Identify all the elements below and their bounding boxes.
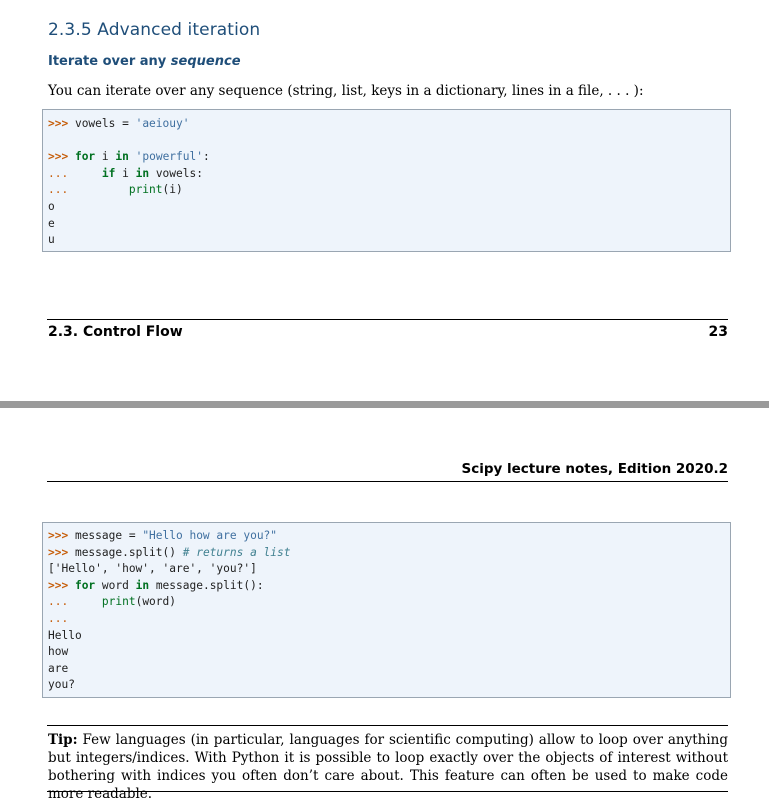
code-token: ... [48, 595, 102, 609]
code-token: ... [48, 166, 102, 180]
code-line: >>> vowels = 'aeiouy' [48, 116, 725, 133]
code-token: if [101, 166, 116, 180]
header-rule [47, 481, 728, 482]
code-token: in [115, 150, 129, 164]
code-token: in [135, 166, 150, 180]
code-token: how [48, 645, 69, 659]
code-line: ... if i in vowels: [48, 166, 725, 183]
subsection-title-plain: Iterate over any [48, 54, 171, 69]
code-line: ... print(word) [48, 594, 725, 611]
code-token: i [115, 166, 136, 180]
code-token: u [48, 233, 55, 247]
section-number: 2.3.5 [48, 20, 92, 40]
code-token: >>> [48, 578, 75, 592]
code-line: >>> for word in message.split(): [48, 578, 725, 595]
code-token: 'powerful' [135, 150, 203, 164]
code-token: for [74, 150, 96, 164]
code-token: for [74, 578, 96, 592]
code-token: >>> [48, 117, 75, 130]
code-line: u [48, 232, 725, 249]
code-token: ['Hello', 'how', 'are', 'you?'] [48, 562, 257, 576]
code-token: are [48, 661, 69, 675]
code-line: how [48, 644, 725, 661]
code-token: i [95, 150, 116, 164]
code-token: message.split(): [149, 578, 264, 592]
code-token: o [48, 199, 55, 213]
section-heading: 2.3.5 Advanced iteration [48, 20, 260, 40]
code-token: Hello [48, 628, 82, 642]
subsection-heading: Iterate over any sequence [48, 54, 241, 69]
tip-top-rule [47, 725, 728, 726]
code-line: you? [48, 677, 725, 694]
code-token: vowels: [149, 166, 203, 180]
code-token: "Hello how are you?" [142, 529, 278, 542]
code-line: are [48, 661, 725, 678]
code-line: ['Hello', 'how', 'are', 'you?'] [48, 561, 725, 578]
code-listing: >>> vowels = 'aeiouy' >>> for i in 'powe… [43, 110, 730, 249]
code-token: >>> [48, 529, 75, 542]
code-line: e [48, 216, 725, 233]
tip-label: Tip: [48, 732, 78, 748]
subsection-title-emphasis: sequence [170, 54, 241, 69]
footer-page-number: 23 [708, 324, 728, 340]
footer-section-title: 2.3. Control Flow [48, 324, 183, 340]
code-line: ... [48, 611, 725, 628]
code-token: (i) [162, 183, 183, 197]
code-token: print [128, 183, 163, 197]
code-token: e [48, 216, 55, 230]
code-token: vowels = [74, 117, 136, 130]
code-token: you? [48, 678, 75, 692]
tip-bottom-rule [47, 791, 728, 792]
code-token: >>> [48, 150, 75, 164]
code-line: Hello [48, 628, 725, 645]
tip-note: Tip: Few languages (in particular, langu… [48, 731, 728, 803]
intro-paragraph: You can iterate over any sequence (strin… [48, 83, 644, 99]
code-block-split: >>> message = "Hello how are you?" >>> me… [42, 522, 731, 698]
code-token: (word) [135, 595, 176, 609]
page-separator [0, 401, 769, 408]
code-token: ... [48, 183, 129, 197]
code-line: o [48, 199, 725, 216]
code-token: 'aeiouy' [135, 117, 190, 130]
code-token: message = [74, 529, 143, 542]
section-title: Advanced iteration [97, 20, 261, 40]
code-token: message.split() [74, 545, 183, 559]
code-token: >>> [48, 545, 75, 559]
code-listing: >>> message = "Hello how are you?" >>> me… [43, 523, 730, 694]
footer-rule [47, 319, 728, 320]
code-token: in [135, 578, 150, 592]
code-line: >>> message.split() # returns a list [48, 545, 725, 562]
code-token: word [95, 578, 136, 592]
code-line: >>> message = "Hello how are you?" [48, 528, 725, 545]
running-header: Scipy lecture notes, Edition 2020.2 [461, 461, 728, 477]
code-block-vowels: >>> vowels = 'aeiouy' >>> for i in 'powe… [42, 109, 731, 252]
code-token: # returns a list [182, 545, 291, 559]
code-token: ... [48, 611, 69, 625]
code-token: print [101, 595, 136, 609]
code-line: >>> for i in 'powerful': [48, 149, 725, 166]
code-line: ... print(i) [48, 182, 725, 199]
code-token: : [202, 150, 210, 164]
